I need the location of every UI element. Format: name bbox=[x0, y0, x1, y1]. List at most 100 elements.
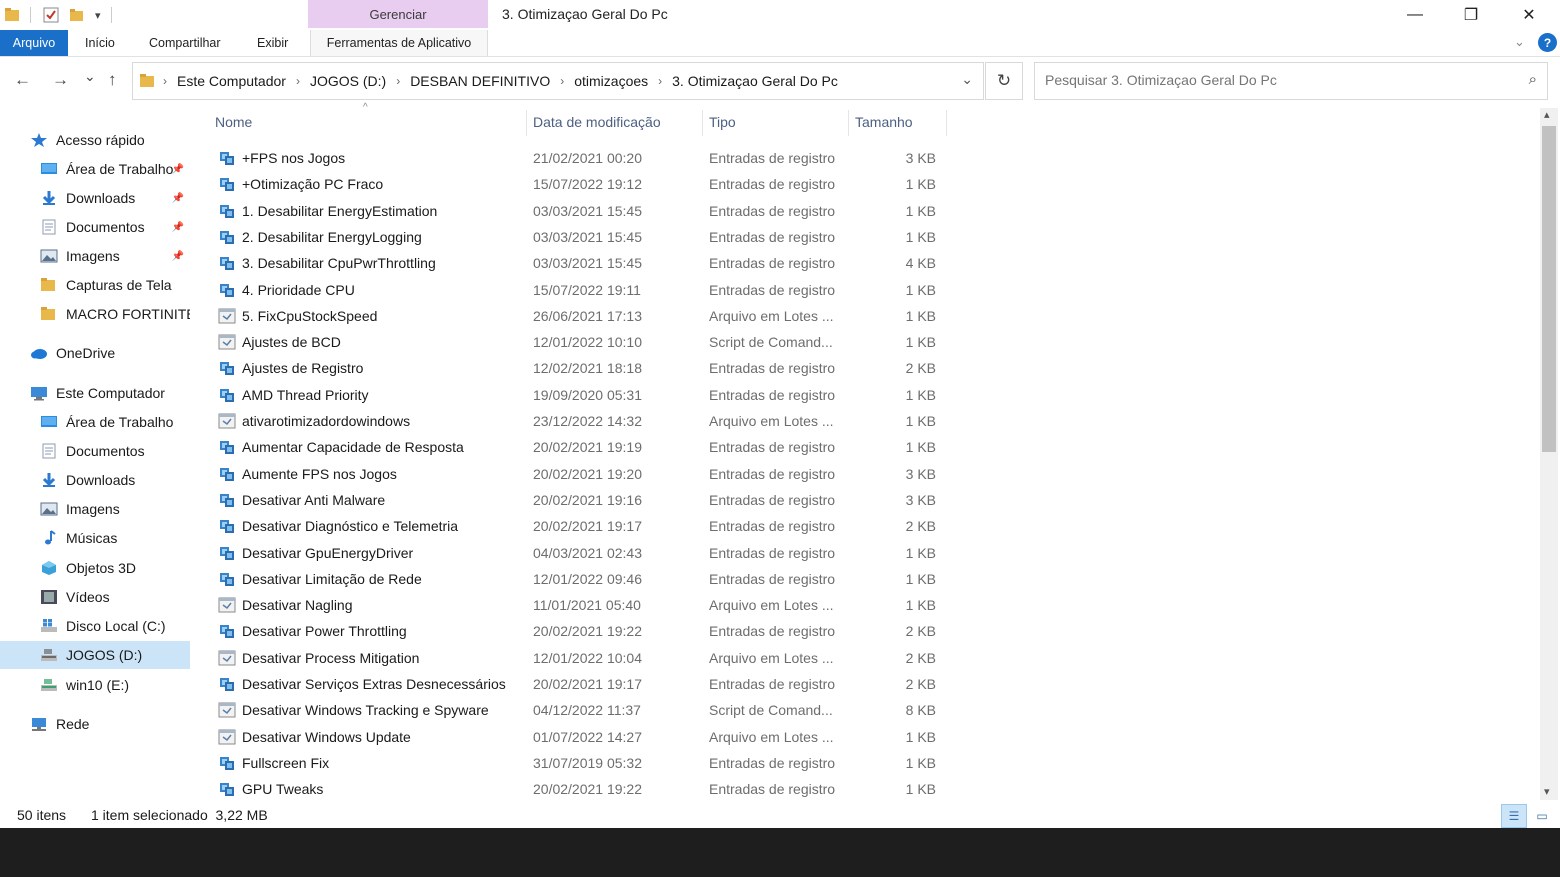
file-row[interactable]: Fullscreen Fix 31/07/2019 05:32 Entradas d… bbox=[208, 751, 948, 777]
file-row[interactable]: +Otimização PC Fraco 15/07/2022 19:12 Entr… bbox=[208, 172, 948, 198]
column-date[interactable]: Data de modificação bbox=[533, 114, 661, 130]
file-row[interactable]: Desativar Windows Update 01/07/2022 14:27… bbox=[208, 725, 948, 751]
file-row[interactable]: +FPS nos Jogos 21/02/2021 00:20 Entradas d… bbox=[208, 146, 948, 172]
file-row[interactable]: Ajustes de BCD 12/01/2022 10:10 Script de … bbox=[208, 330, 948, 356]
column-type[interactable]: Tipo bbox=[709, 114, 736, 130]
breadcrumb-jogos[interactable]: JOGOS (D:) bbox=[310, 73, 386, 89]
title-bar: ▾ Gerenciar 3. Otimizaçao Geral Do Pc — … bbox=[0, 0, 1560, 30]
breadcrumb-separator-icon[interactable]: › bbox=[658, 74, 662, 88]
sidebar-item[interactable]: OneDrive bbox=[0, 339, 190, 367]
search-input[interactable] bbox=[1043, 71, 1507, 89]
refresh-button[interactable]: ↻ bbox=[985, 62, 1023, 100]
vertical-scrollbar[interactable]: ▴ ▾ bbox=[1540, 108, 1558, 800]
sidebar-item[interactable]: Documentos 📌 bbox=[0, 213, 190, 241]
sidebar-item[interactable]: MACRO FORTINITE bbox=[0, 300, 190, 328]
column-divider[interactable] bbox=[702, 110, 703, 136]
pin-icon: 📌 bbox=[171, 221, 184, 233]
column-size[interactable]: Tamanho bbox=[855, 114, 913, 130]
tab-exibir[interactable]: Exibir bbox=[257, 30, 288, 56]
sidebar-item[interactable]: Downloads 📌 bbox=[0, 184, 190, 212]
registry-icon bbox=[218, 439, 236, 455]
sidebar-item[interactable]: Downloads bbox=[0, 466, 190, 494]
file-row[interactable]: AMD Thread Priority 19/09/2020 05:31 Entra… bbox=[208, 383, 948, 409]
sidebar-item[interactable]: Documentos bbox=[0, 437, 190, 465]
up-icon[interactable]: ↑ bbox=[108, 70, 117, 90]
large-icons-view-icon[interactable]: ▭ bbox=[1530, 804, 1554, 828]
sidebar-item[interactable]: Vídeos bbox=[0, 583, 190, 611]
column-divider[interactable] bbox=[946, 110, 947, 136]
sidebar-item[interactable]: Objetos 3D bbox=[0, 554, 190, 582]
sidebar-item[interactable]: Área de Trabalho bbox=[0, 408, 190, 436]
scroll-up-icon[interactable]: ▴ bbox=[1544, 108, 1550, 121]
close-button[interactable]: ✕ bbox=[1501, 0, 1557, 30]
manage-context-tab[interactable]: Gerenciar bbox=[308, 0, 488, 28]
file-row[interactable]: Desativar Limitação de Rede 12/01/2022 09… bbox=[208, 567, 948, 593]
sidebar-item[interactable]: Disco Local (C:) bbox=[0, 612, 190, 640]
search-box[interactable]: ⌕ bbox=[1034, 62, 1548, 100]
tab-ferramentas[interactable]: Ferramentas de Aplicativo bbox=[310, 30, 488, 56]
breadcrumb-separator-icon[interactable]: › bbox=[163, 74, 167, 88]
sidebar-item[interactable]: win10 (E:) bbox=[0, 671, 190, 699]
file-row[interactable]: Aumentar Capacidade de Resposta 20/02/202… bbox=[208, 435, 948, 461]
breadcrumb-desban[interactable]: DESBAN DEFINITIVO bbox=[410, 73, 550, 89]
file-row[interactable]: Desativar Power Throttling 20/02/2021 19:… bbox=[208, 619, 948, 645]
file-row[interactable]: Desativar Diagnóstico e Telemetria 20/02/… bbox=[208, 514, 948, 540]
breadcrumb-separator-icon[interactable]: › bbox=[296, 74, 300, 88]
column-name[interactable]: Nome bbox=[215, 114, 252, 130]
file-row[interactable]: Desativar Windows Tracking e Spyware 04/1… bbox=[208, 698, 948, 724]
new-folder-icon[interactable] bbox=[69, 7, 85, 23]
sidebar-item[interactable]: Este Computador bbox=[0, 379, 190, 407]
sidebar-item[interactable]: Acesso rápido bbox=[0, 126, 190, 154]
file-row[interactable]: Desativar Process Mitigation 12/01/2022 1… bbox=[208, 646, 948, 672]
file-row[interactable]: Desativar GpuEnergyDriver 04/03/2021 02:4… bbox=[208, 541, 948, 567]
breadcrumb-este-computador[interactable]: Este Computador bbox=[177, 73, 286, 89]
sidebar-item[interactable]: Imagens 📌 bbox=[0, 242, 190, 270]
file-row[interactable]: Aumente FPS nos Jogos 20/02/2021 19:20 Ent… bbox=[208, 462, 948, 488]
properties-icon[interactable] bbox=[43, 7, 59, 23]
sidebar-item[interactable]: Capturas de Tela bbox=[0, 271, 190, 299]
sidebar-item-label: Downloads bbox=[66, 190, 136, 206]
help-icon[interactable]: ? bbox=[1538, 33, 1557, 52]
file-row[interactable]: 4. Prioridade CPU 15/07/2022 19:11 Entrada… bbox=[208, 278, 948, 304]
tab-inicio[interactable]: Início bbox=[85, 30, 115, 56]
file-row[interactable]: Desativar Anti Malware 20/02/2021 19:16 En… bbox=[208, 488, 948, 514]
sidebar-item[interactable]: Imagens bbox=[0, 495, 190, 523]
column-divider[interactable] bbox=[848, 110, 849, 136]
sidebar-item[interactable]: Área de Trabalho 📌 bbox=[0, 155, 190, 183]
file-row[interactable]: GPU Tweaks 20/02/2021 19:22 Entradas de re… bbox=[208, 777, 948, 803]
tab-compartilhar[interactable]: Compartilhar bbox=[149, 30, 221, 56]
file-row[interactable]: 1. Desabilitar EnergyEstimation 03/03/202… bbox=[208, 199, 948, 225]
breadcrumb-separator-icon[interactable]: › bbox=[560, 74, 564, 88]
scroll-down-icon[interactable]: ▾ bbox=[1544, 785, 1550, 798]
details-view-icon[interactable]: ☰ bbox=[1501, 804, 1527, 828]
file-row[interactable]: 3. Desabilitar CpuPwrThrottling 03/03/202… bbox=[208, 251, 948, 277]
forward-icon[interactable]: → bbox=[52, 70, 69, 90]
file-row[interactable]: Desativar Serviços Extras Desnecessários… bbox=[208, 672, 948, 698]
expand-ribbon-icon[interactable]: ⌄ bbox=[1514, 34, 1525, 50]
pin-icon: 📌 bbox=[171, 163, 184, 175]
file-row[interactable]: 2. Desabilitar EnergyLogging 03/03/2021 1… bbox=[208, 225, 948, 251]
file-row[interactable]: Desativar Nagling 11/01/2021 05:40 Arquivo… bbox=[208, 593, 948, 619]
sidebar-item[interactable]: Rede bbox=[0, 710, 190, 738]
breadcrumb-current[interactable]: 3. Otimizaçao Geral Do Pc bbox=[672, 73, 838, 89]
file-row[interactable]: 5. FixCpuStockSpeed 26/06/2021 17:13 Arqui… bbox=[208, 304, 948, 330]
back-icon[interactable]: ← bbox=[14, 70, 31, 90]
recent-locations-icon[interactable]: ⌄ bbox=[84, 68, 96, 85]
breadcrumb-separator-icon[interactable]: › bbox=[396, 74, 400, 88]
breadcrumb-otimizacoes[interactable]: otimizaçoes bbox=[574, 73, 648, 89]
file-row[interactable]: Ajustes de Registro 12/02/2021 18:18 Entra… bbox=[208, 356, 948, 382]
search-icon[interactable]: ⌕ bbox=[1529, 71, 1537, 88]
sidebar-item[interactable]: Músicas bbox=[0, 524, 190, 552]
address-dropdown-icon[interactable]: ⌄ bbox=[961, 71, 973, 88]
column-divider[interactable] bbox=[526, 110, 527, 136]
sidebar-item[interactable]: JOGOS (D:) bbox=[0, 641, 190, 669]
sidebar-item-label: Músicas bbox=[66, 530, 118, 546]
file-row[interactable]: ativarotimizadordowindows 23/12/2022 14:3… bbox=[208, 409, 948, 435]
tab-arquivo[interactable]: Arquivo bbox=[0, 30, 68, 56]
windows-drive-icon bbox=[40, 619, 58, 633]
minimize-button[interactable]: — bbox=[1387, 0, 1443, 30]
scrollbar-thumb[interactable] bbox=[1542, 126, 1556, 452]
customize-qa-icon[interactable]: ▾ bbox=[95, 9, 101, 22]
maximize-button[interactable]: ❐ bbox=[1443, 0, 1499, 30]
address-bar[interactable]: › Este Computador › JOGOS (D:) › DESBAN … bbox=[132, 62, 984, 100]
